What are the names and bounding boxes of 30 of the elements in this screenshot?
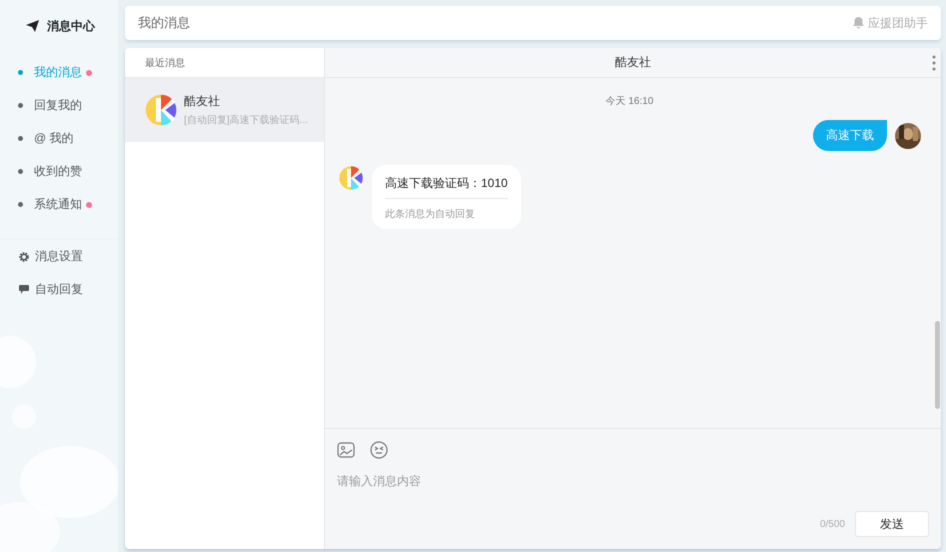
send-button[interactable]: 发送 <box>855 511 929 537</box>
character-counter: 0/500 <box>820 518 845 530</box>
settings-item[interactable]: 消息设置 <box>0 240 118 273</box>
timestamp: 今天 16:10 <box>606 95 654 108</box>
nav-item[interactable]: 系统通知 <box>0 188 118 221</box>
nav-item[interactable]: 收到的赞 <box>0 155 118 188</box>
list-heading: 最近消息 <box>145 56 185 70</box>
sent-message: 高速下载 <box>813 120 887 151</box>
message-input[interactable]: 请输入消息内容 <box>337 465 929 511</box>
conversation-name: 酷友社 <box>184 93 221 110</box>
nav-item[interactable]: 回复我的 <box>0 89 118 122</box>
image-icon[interactable] <box>337 442 355 458</box>
chat-bubble-icon <box>19 285 29 294</box>
conversation-item[interactable]: 酷友社 [自动回复]高速下载验证码... <box>125 78 324 142</box>
auto-reply-note: 此条消息为自动回复 <box>385 208 476 221</box>
message-text: 高速下载验证码：1010 <box>385 175 508 199</box>
bell-icon <box>853 17 864 29</box>
sidebar-title: 消息中心 <box>47 18 95 34</box>
chat-title: 酷友社 <box>615 54 651 71</box>
conversation-preview: [自动回复]高速下载验证码... <box>184 114 308 127</box>
more-icon[interactable] <box>932 55 936 71</box>
logo-avatar-icon <box>338 165 364 191</box>
settings-item[interactable]: 自动回复 <box>0 273 118 306</box>
emoji-icon[interactable] <box>370 441 388 459</box>
logo-avatar-icon <box>144 93 178 127</box>
page-title: 我的消息 <box>138 14 190 32</box>
gear-icon <box>19 252 29 262</box>
scrollbar[interactable] <box>935 321 940 409</box>
nav-item[interactable]: @ 我的 <box>0 122 118 155</box>
paper-plane-icon <box>26 20 39 32</box>
